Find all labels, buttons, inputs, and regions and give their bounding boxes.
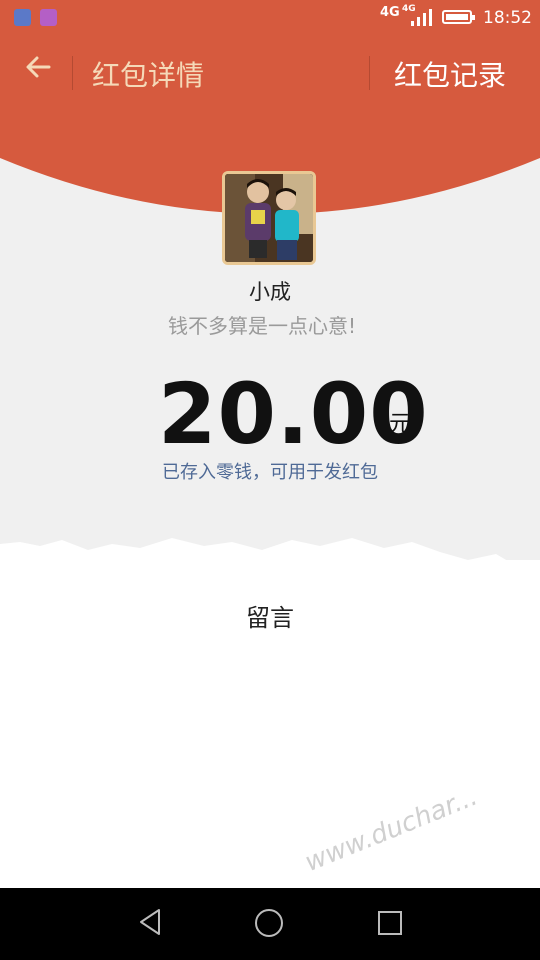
square-recent-icon[interactable]	[378, 911, 402, 935]
app-header: 红包详情 红包记录	[0, 36, 540, 110]
circle-home-icon[interactable]	[255, 909, 283, 937]
notification-icon	[14, 9, 31, 26]
battery-icon	[442, 10, 475, 24]
triangle-back-icon[interactable]	[136, 907, 166, 937]
page-title: 红包详情	[92, 59, 205, 92]
arrow-left-icon	[26, 56, 51, 78]
message-button[interactable]: 留言	[0, 598, 540, 633]
system-nav-bar	[0, 888, 540, 960]
back-button[interactable]	[18, 52, 58, 92]
header-divider	[369, 56, 370, 90]
clock: 18:52	[483, 8, 532, 28]
header-divider	[72, 56, 73, 90]
signal-icon	[411, 9, 432, 26]
network-type: 4G	[380, 5, 400, 20]
records-button[interactable]: 红包记录	[394, 54, 506, 94]
sender-name: 小成	[249, 280, 291, 304]
torn-paper-edge	[0, 538, 540, 888]
user-avatar-photo	[225, 174, 313, 262]
sender-avatar[interactable]	[222, 171, 316, 265]
wallet-note-link[interactable]: 已存入零钱，可用于发红包	[0, 458, 540, 484]
gallery-icon	[40, 9, 57, 26]
amount-unit: 元	[389, 412, 412, 437]
status-bar: 4G 4G 18:52	[0, 0, 540, 36]
greeting-text: 钱不多算是一点心意!	[167, 314, 357, 338]
